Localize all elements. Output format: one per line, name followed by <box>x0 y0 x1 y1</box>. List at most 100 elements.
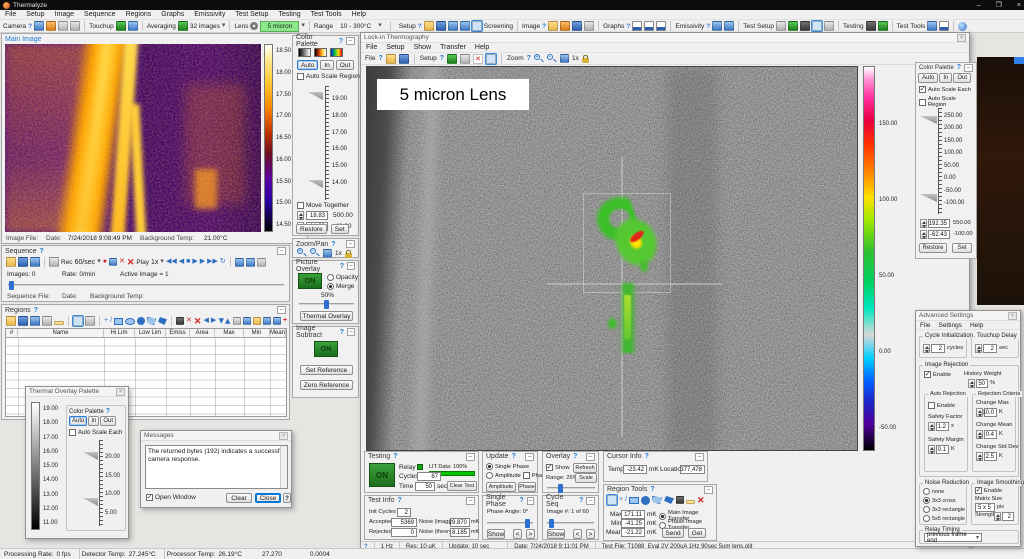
menu-item[interactable]: Test Setup <box>235 11 268 18</box>
thermal-overlay-button[interactable]: Thermal Overlay <box>300 311 353 321</box>
polygon-tool-icon[interactable] <box>147 317 156 325</box>
rec-dropdown-icon[interactable]: ▾ <box>97 257 101 267</box>
hi-value-field[interactable]: 18.83 <box>306 211 328 220</box>
test-setup-green-icon[interactable] <box>788 21 798 31</box>
menu-item[interactable]: Setup <box>386 44 404 51</box>
test-tools-image-icon[interactable] <box>927 21 937 31</box>
collapse-icon[interactable]: – <box>347 262 355 270</box>
amplitude-button[interactable]: Amplitude <box>486 482 516 492</box>
menu-item[interactable]: Help <box>970 322 983 329</box>
rec-rate-value[interactable]: 60/sec <box>75 259 96 266</box>
show-button[interactable]: Show <box>487 529 505 539</box>
change-max-field[interactable]: 10.0 <box>984 408 997 417</box>
col-min[interactable]: Min <box>244 329 270 337</box>
menu-item[interactable]: File <box>920 322 930 329</box>
overlay-on-button[interactable]: ON <box>298 273 322 289</box>
lockin-thermal-image[interactable]: 5 micron Lens <box>366 66 858 451</box>
menu-item[interactable]: Testing <box>278 11 300 18</box>
smoothing-enable-checkbox[interactable]: ✓ <box>975 487 982 494</box>
collapse-icon[interactable]: – <box>964 64 973 72</box>
cut-icon[interactable] <box>233 317 241 325</box>
strength-field[interactable]: 2 <box>1002 512 1014 521</box>
next-button[interactable]: > <box>586 529 595 539</box>
collapse-icon[interactable]: – <box>586 453 595 461</box>
lo-spinner[interactable] <box>920 230 927 239</box>
zoom-in-icon[interactable]: + <box>534 54 544 64</box>
menu-item[interactable]: Transfer <box>440 44 466 51</box>
collapse-icon[interactable]: – <box>525 453 534 461</box>
nudge-down-icon[interactable]: ▶ <box>223 318 233 323</box>
touchup-delay-field[interactable]: 2 <box>983 344 997 353</box>
prev-button[interactable]: < <box>573 529 582 539</box>
lens-gear-icon[interactable] <box>250 22 258 30</box>
test-setup-probe-icon[interactable] <box>800 21 810 31</box>
zoom-out-icon[interactable]: − <box>310 248 320 258</box>
loop-icon[interactable]: ↻ <box>220 257 226 267</box>
phase-checkbox[interactable] <box>523 472 530 479</box>
sequence-tool1-icon[interactable] <box>235 258 244 267</box>
testing-on-button[interactable]: ON <box>369 463 395 487</box>
hi-spinner[interactable] <box>920 219 927 228</box>
zoom-1x-button[interactable]: 1x <box>335 250 342 257</box>
menu-item[interactable]: Help <box>352 11 366 18</box>
overlay-range-knob[interactable] <box>558 484 563 493</box>
move-together-checkbox[interactable] <box>297 202 304 209</box>
change-mean-spinner[interactable] <box>976 430 983 439</box>
lens-dropdown-icon[interactable]: ▾ <box>301 21 305 31</box>
cycles-field[interactable]: 87 <box>417 472 441 481</box>
restore-button[interactable]: Restore <box>919 243 947 253</box>
menu-item[interactable]: Show <box>414 44 432 51</box>
emissivity-help-icon[interactable]: ? <box>706 23 710 30</box>
menu-item[interactable]: Help <box>475 44 489 51</box>
show-button[interactable]: Show <box>547 529 565 539</box>
crosshair-tool-icon[interactable]: + <box>619 495 623 505</box>
collapse-icon[interactable]: – <box>347 328 355 336</box>
polygon-tool-icon[interactable] <box>652 496 662 504</box>
zoom-in-icon[interactable]: + <box>297 248 307 258</box>
refresh-button[interactable]: Refresh <box>573 463 597 473</box>
col-lowlim[interactable]: Low Lim <box>135 329 166 337</box>
flag-icon[interactable] <box>676 496 684 504</box>
col-mean[interactable]: Mean <box>270 329 286 337</box>
stop-icon[interactable]: ■ <box>186 257 190 267</box>
paste-icon[interactable] <box>253 317 261 325</box>
collapse-icon[interactable]: – <box>277 247 286 255</box>
setup-help-icon[interactable]: ? <box>440 55 444 62</box>
skip-end-icon[interactable]: ▶▶ <box>207 257 218 267</box>
col-name[interactable]: Name <box>18 329 104 337</box>
circle-tool-icon[interactable] <box>137 317 145 325</box>
camera-flash-icon[interactable] <box>46 21 56 31</box>
globe-icon[interactable] <box>958 22 967 31</box>
testing-help-icon[interactable]: ? <box>393 453 397 460</box>
in-button[interactable]: In <box>88 416 99 426</box>
averaging-on-icon[interactable] <box>178 21 188 31</box>
collapse-icon[interactable]: – <box>695 453 704 461</box>
auto-button[interactable]: Auto <box>297 60 318 70</box>
menu-item[interactable]: Emissivity <box>194 11 225 18</box>
range-dropdown-icon[interactable]: ▾ <box>378 21 382 31</box>
noise-3x3rect-radio[interactable] <box>923 506 930 513</box>
prev-button[interactable]: < <box>513 529 522 539</box>
attach-icon[interactable] <box>49 257 59 267</box>
collapse-icon[interactable]: – <box>586 497 595 505</box>
graphs-line-icon[interactable] <box>632 21 642 31</box>
sequence-film-icon[interactable] <box>30 257 40 267</box>
single-phase-radio[interactable] <box>486 463 493 470</box>
camera-calibrate-icon[interactable] <box>58 21 68 31</box>
menu-item[interactable]: Sequence <box>84 11 116 18</box>
lower-limit-slider[interactable] <box>920 194 937 202</box>
regions-open-icon[interactable] <box>6 316 16 326</box>
play-speed-value[interactable]: 1x <box>151 259 158 266</box>
image-help-icon[interactable]: ? <box>542 23 546 30</box>
delete-region-icon[interactable]: ✕ <box>697 495 705 505</box>
range-value[interactable]: 10 - 300°C <box>335 22 376 31</box>
time-field[interactable]: 50 <box>415 482 435 491</box>
sequence-tool2-icon[interactable] <box>246 258 255 267</box>
single-phase-help-icon[interactable]: ? <box>520 497 524 504</box>
graphs-help-icon[interactable]: ? <box>626 23 630 30</box>
line-tool-icon[interactable]: / <box>110 316 112 326</box>
delete-icon[interactable]: ✕ <box>119 257 125 267</box>
save-icon[interactable] <box>399 54 409 64</box>
collapse-icon[interactable]: – <box>466 453 475 461</box>
history-weight-spinner[interactable] <box>968 379 975 388</box>
